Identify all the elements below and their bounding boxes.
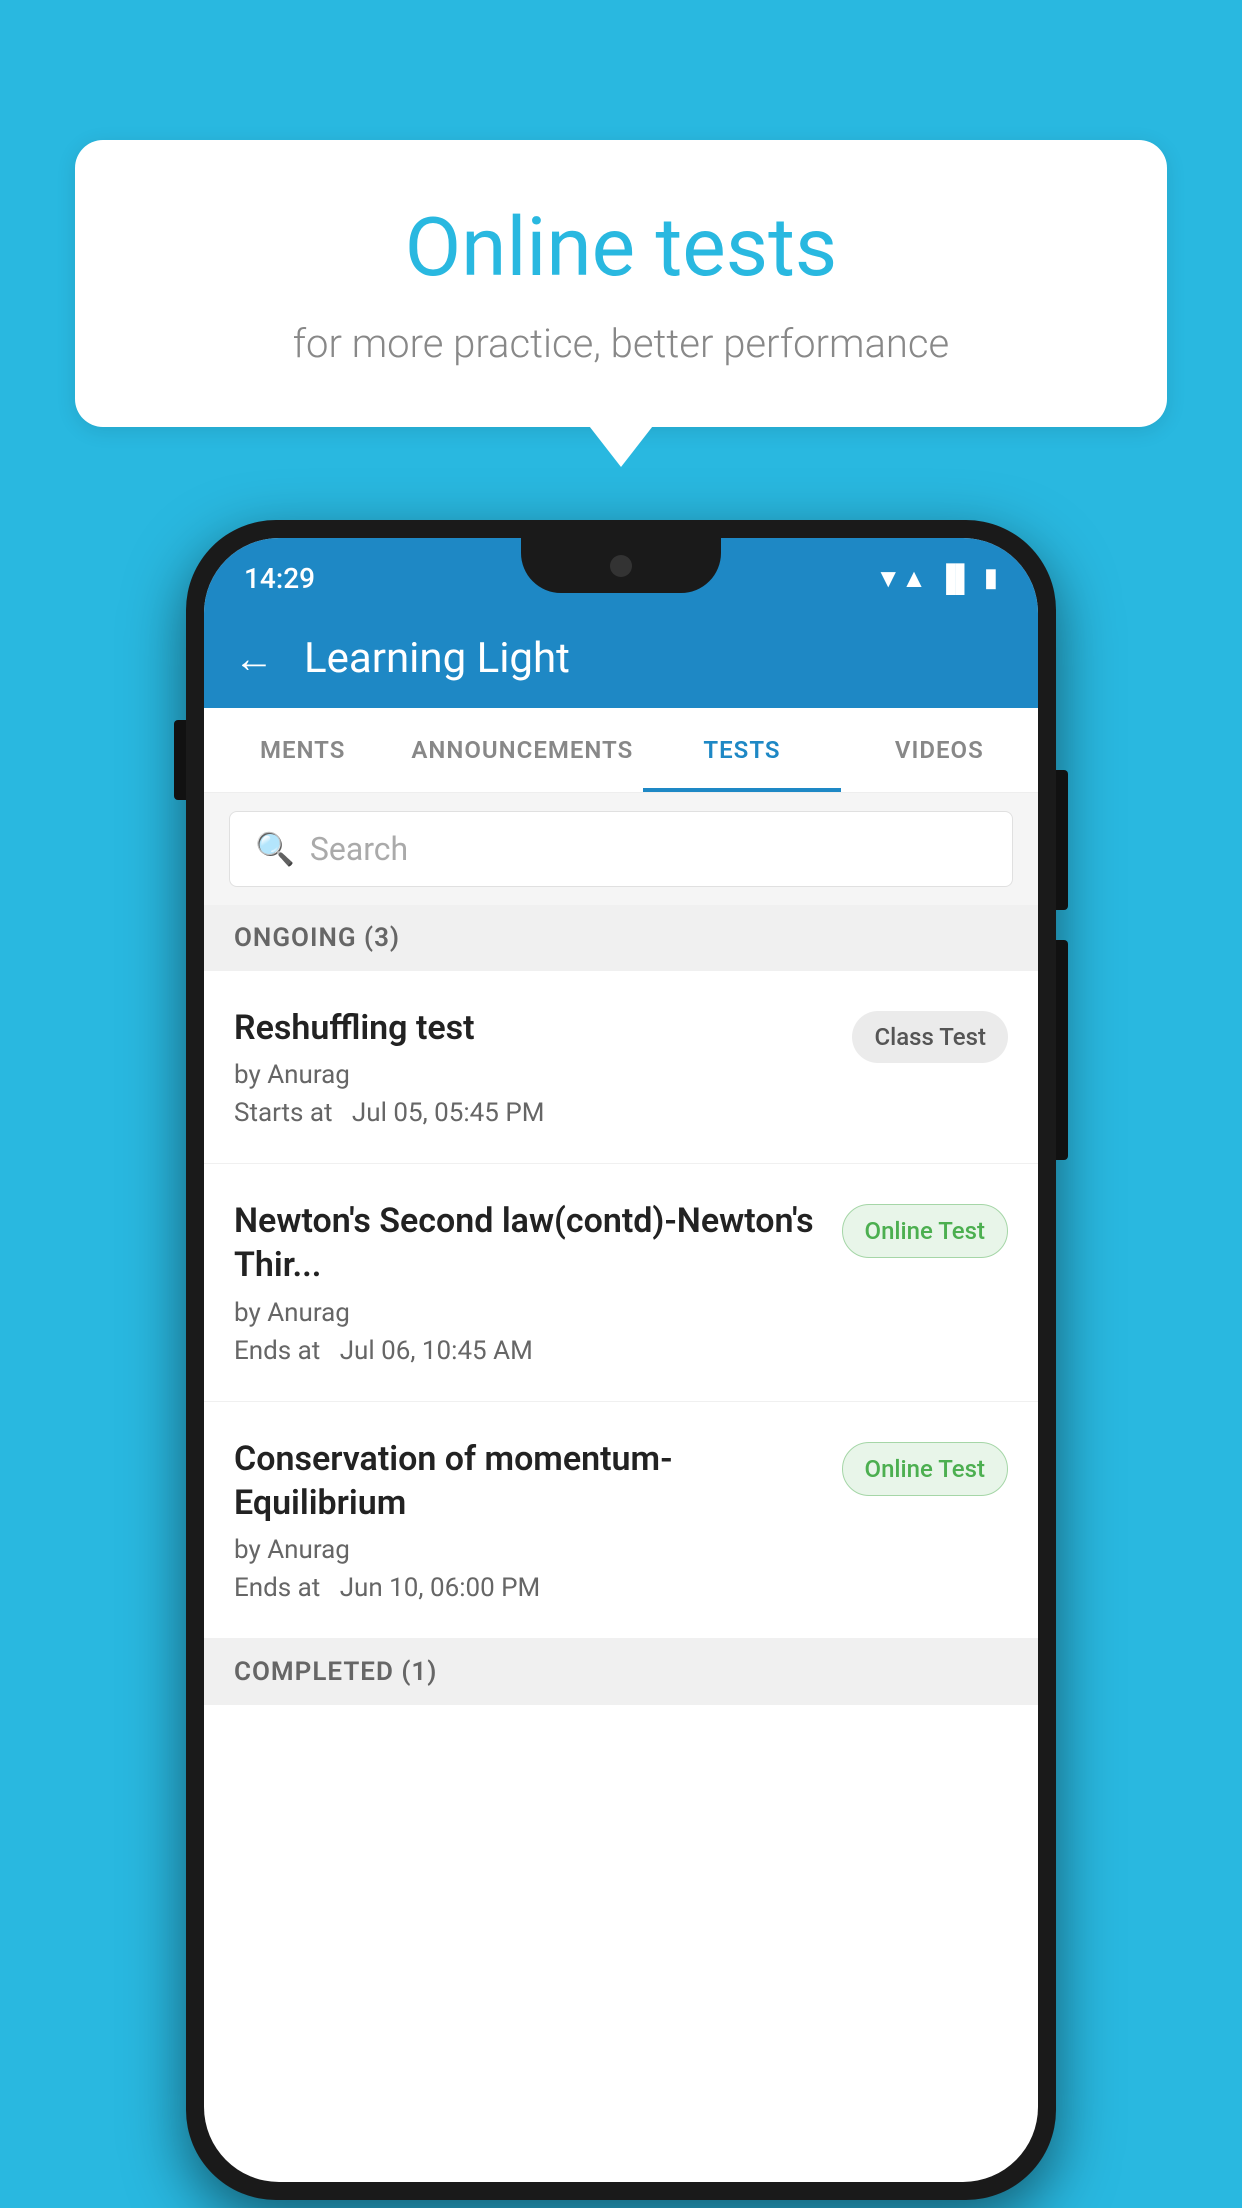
test-author-1: by Anurag [234, 1060, 832, 1090]
ongoing-section-header: ONGOING (3) [204, 905, 1038, 971]
test-date-3: Ends at Jun 10, 06:00 PM [234, 1573, 822, 1603]
tab-announcements[interactable]: ANNOUNCEMENTS [401, 708, 643, 792]
test-item-2[interactable]: Newton's Second law(contd)-Newton's Thir… [204, 1164, 1038, 1401]
test-author-2: by Anurag [234, 1298, 822, 1328]
speech-bubble: Online tests for more practice, better p… [75, 140, 1167, 427]
test-name-3: Conservation of momentum-Equilibrium [234, 1437, 822, 1525]
bubble-title: Online tests [155, 200, 1087, 296]
phone-screen: 14:29 ▼▲ ▐▌ ▮ ← Learning Light MENTS ANN… [204, 538, 1038, 2182]
search-bar[interactable]: 🔍 Search [229, 811, 1013, 887]
test-name-2: Newton's Second law(contd)-Newton's Thir… [234, 1199, 822, 1287]
status-time: 14:29 [244, 562, 315, 595]
tab-ments[interactable]: MENTS [204, 708, 401, 792]
test-info-3: Conservation of momentum-Equilibrium by … [234, 1437, 842, 1603]
phone-notch [521, 538, 721, 593]
tab-tests[interactable]: TESTS [643, 708, 840, 792]
volume-down-button [1056, 940, 1068, 1160]
completed-section-header: COMPLETED (1) [204, 1639, 1038, 1705]
speech-bubble-container: Online tests for more practice, better p… [75, 140, 1167, 427]
ongoing-section-title: ONGOING (3) [234, 923, 400, 953]
phone-outer: 14:29 ▼▲ ▐▌ ▮ ← Learning Light MENTS ANN… [186, 520, 1056, 2200]
test-author-3: by Anurag [234, 1535, 822, 1565]
test-info-2: Newton's Second law(contd)-Newton's Thir… [234, 1199, 842, 1365]
tabs-container: MENTS ANNOUNCEMENTS TESTS VIDEOS [204, 708, 1038, 793]
completed-section-title: COMPLETED (1) [234, 1657, 437, 1687]
test-date-1: Starts at Jul 05, 05:45 PM [234, 1098, 832, 1128]
tab-videos[interactable]: VIDEOS [841, 708, 1038, 792]
test-item-1[interactable]: Reshuffling test by Anurag Starts at Jul… [204, 971, 1038, 1164]
test-badge-2: Online Test [842, 1204, 1008, 1258]
phone-mockup: 14:29 ▼▲ ▐▌ ▮ ← Learning Light MENTS ANN… [186, 520, 1056, 2200]
camera-dot [610, 555, 632, 577]
test-item-3[interactable]: Conservation of momentum-Equilibrium by … [204, 1402, 1038, 1639]
search-icon: 🔍 [255, 830, 295, 868]
app-title: Learning Light [304, 634, 570, 683]
app-header: ← Learning Light [204, 608, 1038, 708]
test-badge-3: Online Test [842, 1442, 1008, 1496]
volume-button [174, 720, 186, 800]
status-icons: ▼▲ ▐▌ ▮ [875, 563, 998, 594]
signal-icon: ▐▌ [937, 563, 974, 594]
battery-icon: ▮ [984, 563, 998, 593]
search-container: 🔍 Search [204, 793, 1038, 905]
test-date-2: Ends at Jul 06, 10:45 AM [234, 1336, 822, 1366]
power-button [1056, 770, 1068, 910]
test-info-1: Reshuffling test by Anurag Starts at Jul… [234, 1006, 852, 1128]
back-button[interactable]: ← [234, 635, 274, 682]
test-name-1: Reshuffling test [234, 1006, 832, 1050]
bubble-subtitle: for more practice, better performance [155, 320, 1087, 367]
test-badge-1: Class Test [852, 1011, 1008, 1063]
search-placeholder: Search [310, 830, 408, 868]
wifi-icon: ▼▲ [875, 563, 926, 594]
